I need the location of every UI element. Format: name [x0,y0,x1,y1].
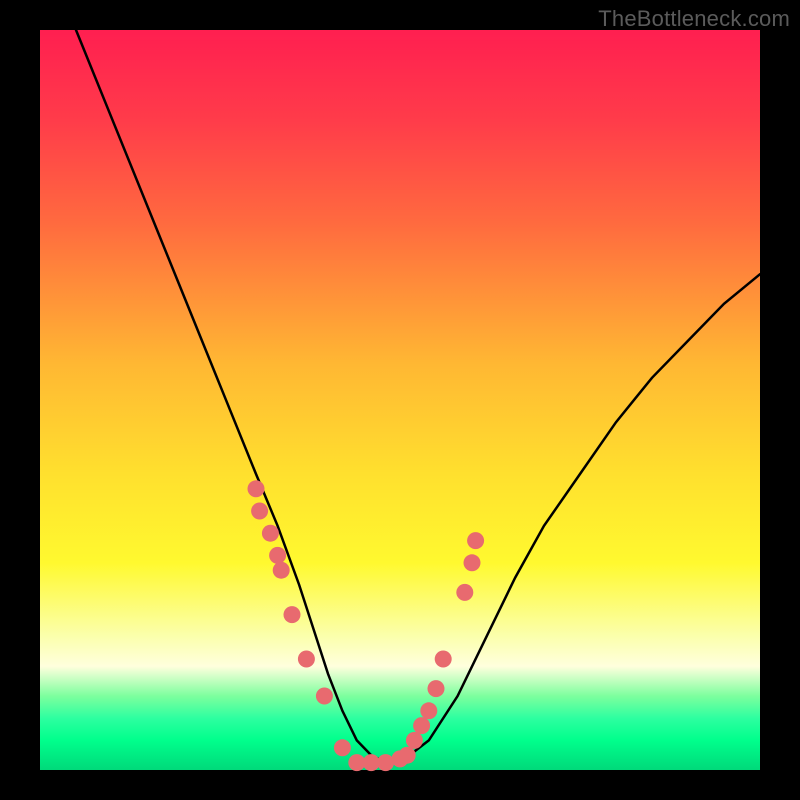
data-point [316,688,333,705]
bottleneck-curve [76,30,760,763]
data-point [284,606,301,623]
data-point [428,680,445,697]
dots-right [399,532,484,764]
data-point [262,525,279,542]
data-point [377,754,394,771]
data-point [420,702,437,719]
data-point [456,584,473,601]
chart-frame: TheBottleneck.com [0,0,800,800]
data-point [435,651,452,668]
data-point [406,732,423,749]
data-point [467,532,484,549]
data-point [392,750,409,767]
data-point [298,651,315,668]
data-point [464,554,481,571]
watermark-text: TheBottleneck.com [598,6,790,32]
data-point [248,480,265,497]
plot-area [40,30,760,770]
data-point [269,547,286,564]
data-point [334,739,351,756]
data-point [413,717,430,734]
dots-trough [334,739,409,771]
data-point [251,503,268,520]
curve-svg [40,30,760,770]
dots-left [248,480,333,704]
data-point [273,562,290,579]
